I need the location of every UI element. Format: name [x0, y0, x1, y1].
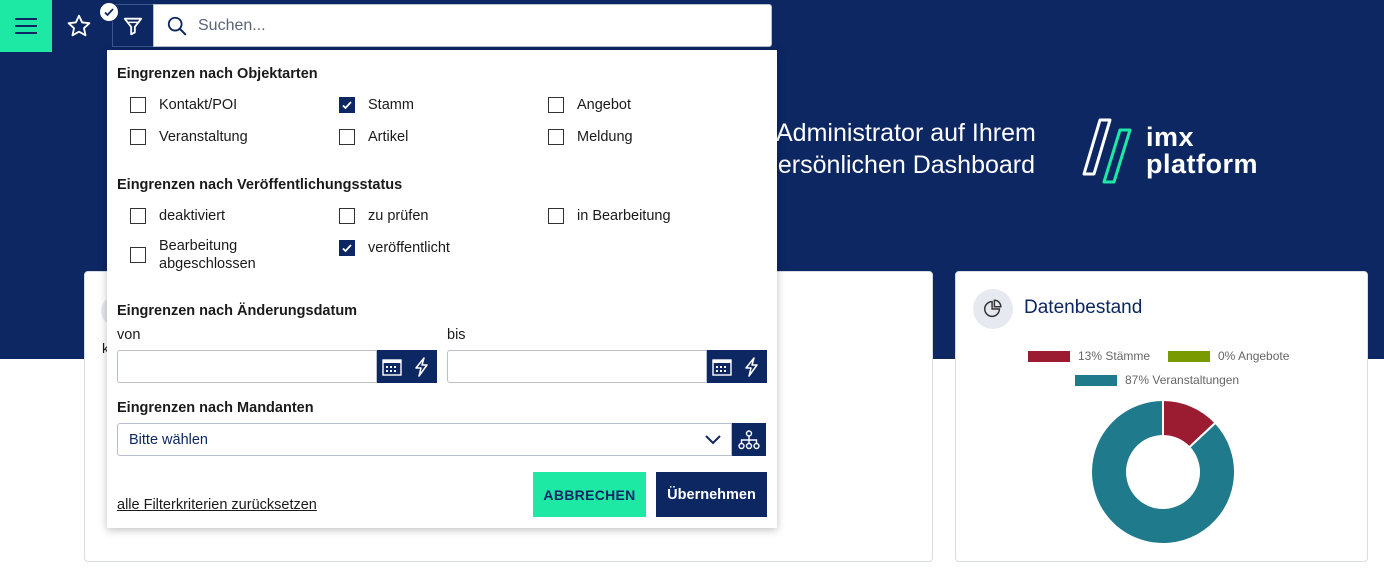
checkbox-veroeffentlicht[interactable]: veröffentlicht — [339, 240, 450, 256]
favorites-button[interactable] — [60, 6, 98, 46]
checkbox-label: Bearbeitung abgeschlossen — [159, 238, 256, 272]
quick-date-from-button[interactable] — [407, 350, 437, 383]
checkbox-label: in Bearbeitung — [577, 208, 671, 224]
checkbox-kontakt-poi[interactable]: Kontakt/POI — [130, 97, 237, 113]
section-title-status: Eingrenzen nach Veröffentlichungsstatus — [117, 177, 403, 193]
checkbox-label: zu prüfen — [368, 208, 429, 224]
checkbox-bearbeitung-abgeschlossen[interactable]: Bearbeitung abgeschlossen — [130, 237, 259, 273]
legend-item-veranstaltungen[interactable]: 87% Veranstaltungen — [1075, 373, 1239, 387]
lightning-icon — [745, 356, 758, 377]
legend-swatch — [1028, 350, 1070, 362]
chevron-down-icon — [705, 434, 721, 444]
legend-label: 0% Angebote — [1218, 349, 1290, 363]
menu-button[interactable] — [0, 0, 52, 52]
filter-icon — [123, 17, 143, 35]
hamburger-icon — [15, 18, 37, 34]
checkbox-label: Angebot — [577, 97, 632, 113]
checkbox-label: deaktiviert — [159, 208, 226, 224]
search-icon — [167, 16, 187, 35]
card-icon — [973, 289, 1013, 329]
label-bis: bis — [447, 327, 466, 343]
checkbox-deaktiviert[interactable]: deaktiviert — [130, 208, 225, 224]
checkbox-in-bearbeitung[interactable]: in Bearbeitung — [548, 208, 671, 224]
checkbox-veranstaltung[interactable]: Veranstaltung — [130, 129, 248, 145]
legend-swatch — [1075, 374, 1117, 386]
checkbox-label: Kontakt/POI — [159, 97, 238, 113]
checkbox-box — [130, 129, 146, 145]
checkbox-label: Stamm — [368, 97, 414, 113]
legend-item-angebote[interactable]: 0% Angebote — [1168, 349, 1289, 363]
lightning-icon — [415, 356, 428, 377]
pie-chart-icon — [984, 299, 1002, 318]
star-icon — [67, 14, 91, 37]
checkbox-box — [548, 208, 564, 224]
checkbox-box-checked — [339, 97, 355, 113]
calendar-icon — [712, 358, 732, 376]
logo-text-platform: platform — [1146, 149, 1258, 179]
section-title-mandanten: Eingrenzen nach Mandanten — [117, 400, 314, 416]
checkbox-label: Veranstaltung — [159, 129, 248, 145]
legend-item-stamm[interactable]: 13% Stämme — [1028, 349, 1150, 363]
label-von: von — [117, 327, 141, 343]
legend-label: 13% Stämme — [1078, 349, 1151, 363]
logo-mark-icon — [1082, 118, 1132, 184]
imx-platform-logo: imx platform — [1082, 118, 1258, 184]
welcome-line-2: persönlichen Dashboard — [764, 151, 1036, 179]
calendar-icon — [382, 358, 402, 376]
search-box — [153, 4, 772, 47]
quick-date-to-button[interactable] — [737, 350, 767, 383]
checkbox-zu-pruefen[interactable]: zu prüfen — [339, 208, 428, 224]
checkbox-label: veröffentlicht — [368, 240, 450, 256]
checkbox-box — [130, 97, 146, 113]
checkbox-box — [130, 247, 146, 263]
cancel-button[interactable]: ABBRECHEN — [533, 472, 646, 517]
checkbox-box — [130, 208, 146, 224]
calendar-from-button[interactable] — [377, 350, 407, 383]
welcome-text: Administrator auf Ihrem persönlichen Das… — [764, 117, 1036, 181]
filter-active-check-icon — [99, 2, 119, 22]
mandanten-select[interactable]: Bitte wählen — [117, 423, 732, 456]
reset-filters-link[interactable]: alle Filterkriterien zurücksetzen — [117, 497, 317, 513]
checkbox-label: Artikel — [368, 129, 409, 145]
date-from-input[interactable] — [117, 350, 377, 383]
section-title-objektarten: Eingrenzen nach Objektarten — [117, 66, 318, 82]
checkbox-artikel[interactable]: Artikel — [339, 129, 408, 145]
donut-chart — [1090, 398, 1236, 545]
checkbox-meldung[interactable]: Meldung — [548, 129, 633, 145]
filter-panel: Eingrenzen nach Objektarten Kontakt/POI … — [107, 50, 777, 528]
legend-swatch — [1168, 350, 1210, 362]
checkbox-angebot[interactable]: Angebot — [548, 97, 631, 113]
apply-button[interactable]: Übernehmen — [656, 472, 767, 517]
checkbox-box-checked — [339, 240, 355, 256]
checkbox-box — [339, 208, 355, 224]
logo-text-imx: imx — [1146, 122, 1195, 152]
section-title-aenderungsdatum: Eingrenzen nach Änderungsdatum — [117, 303, 358, 319]
mandanten-tree-button[interactable] — [732, 423, 766, 456]
checkbox-stamm[interactable]: Stamm — [339, 97, 414, 113]
legend-label: 87% Veranstaltungen — [1125, 373, 1240, 387]
welcome-line-1: Administrator auf Ihrem — [776, 119, 1036, 147]
checkbox-box — [339, 129, 355, 145]
checkbox-box — [548, 97, 564, 113]
mandanten-select-value: Bitte wählen — [129, 431, 208, 448]
hierarchy-icon — [738, 429, 760, 449]
search-input[interactable] — [198, 16, 718, 35]
calendar-to-button[interactable] — [707, 350, 737, 383]
date-to-input[interactable] — [447, 350, 707, 383]
card-title: Datenbestand — [1024, 297, 1143, 318]
checkbox-box — [548, 129, 564, 145]
datenbestand-card: Datenbestand 13% Stämme 0% Angebote 87% … — [955, 271, 1368, 562]
checkbox-label: Meldung — [577, 129, 633, 145]
